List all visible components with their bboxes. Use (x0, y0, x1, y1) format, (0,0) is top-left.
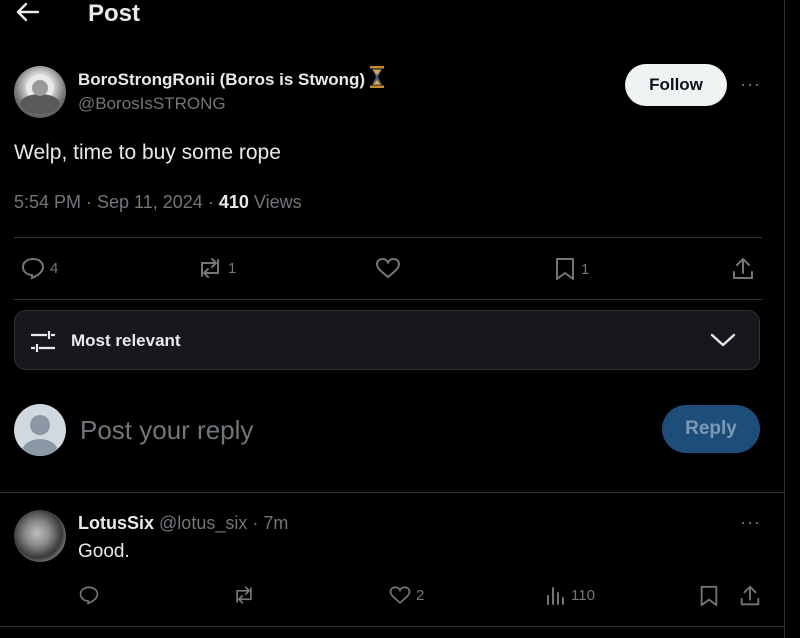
divider (0, 492, 784, 493)
repost-count: 1 (228, 259, 237, 277)
reply-reply-action[interactable] (78, 584, 104, 606)
reply-action[interactable]: 4 (20, 256, 58, 280)
views-label: Views (253, 192, 302, 212)
sort-label: Most relevant (71, 331, 181, 350)
reply-author-handle-time[interactable]: @lotus_six · 7m (159, 513, 288, 533)
bookmark-icon (698, 584, 720, 608)
reply-input[interactable] (80, 410, 620, 450)
bookmark-action[interactable]: 1 (553, 256, 589, 282)
reply-like-count: 2 (416, 586, 425, 604)
author-handle[interactable]: @BorosIsSTRONG (78, 93, 226, 115)
reply-text: Good. (78, 541, 130, 562)
divider (14, 299, 762, 300)
reply-author-name[interactable]: LotusSix (78, 513, 154, 533)
analytics-icon (545, 584, 567, 606)
main-column: Post BoroStrongRonii (Boros is Stwong) @… (0, 0, 785, 638)
share-icon (738, 584, 762, 608)
heart-icon (374, 256, 402, 280)
user-avatar[interactable] (14, 404, 66, 456)
reply-author: LotusSix @lotus_six · 7m (78, 512, 288, 534)
reply-views-count: 110 (571, 586, 595, 604)
reply-count: 4 (50, 259, 59, 277)
post-timestamp[interactable]: 5:54 PM · Sep 11, 2024 (14, 192, 203, 212)
repost-icon (232, 584, 256, 606)
reply-share-action[interactable] (738, 584, 762, 608)
reply-repost-action[interactable] (232, 584, 260, 606)
back-arrow-icon[interactable] (14, 0, 42, 26)
author-name-text: BoroStrongRonii (Boros is Stwong) (78, 70, 366, 89)
bookmark-count: 1 (581, 260, 590, 278)
author-avatar[interactable] (14, 66, 66, 118)
reply-like-action[interactable]: 2 (388, 584, 424, 606)
sort-dropdown[interactable]: Most relevant (14, 310, 760, 370)
repost-icon (196, 256, 224, 280)
share-action[interactable] (730, 256, 756, 282)
author-name[interactable]: BoroStrongRonii (Boros is Stwong) (78, 66, 385, 91)
divider (14, 237, 762, 238)
more-options-icon[interactable]: ··· (740, 74, 761, 95)
meta-separator: · (207, 192, 214, 212)
reply-more-options-icon[interactable]: ··· (740, 512, 761, 533)
page-title: Post (88, 0, 141, 27)
divider (0, 626, 784, 627)
post-text: Welp, time to buy some rope (14, 141, 281, 164)
comment-icon (78, 584, 100, 606)
comment-icon (20, 256, 46, 280)
views-count: 410 (218, 192, 249, 212)
reply-views-action[interactable]: 110 (545, 584, 595, 606)
reply-author-avatar[interactable] (14, 510, 66, 562)
sliders-icon (29, 329, 57, 355)
bookmark-icon (553, 256, 577, 282)
reply-button[interactable]: Reply (662, 405, 760, 453)
follow-button[interactable]: Follow (625, 64, 727, 106)
chevron-down-icon (709, 331, 737, 349)
hourglass-icon (369, 66, 385, 88)
repost-action[interactable]: 1 (196, 256, 236, 280)
reply-bookmark-action[interactable] (698, 584, 720, 608)
like-action[interactable] (374, 256, 406, 280)
share-icon (730, 256, 756, 282)
heart-icon (388, 584, 412, 606)
post-meta: 5:54 PM · Sep 11, 2024 · 410 Views (14, 190, 302, 214)
